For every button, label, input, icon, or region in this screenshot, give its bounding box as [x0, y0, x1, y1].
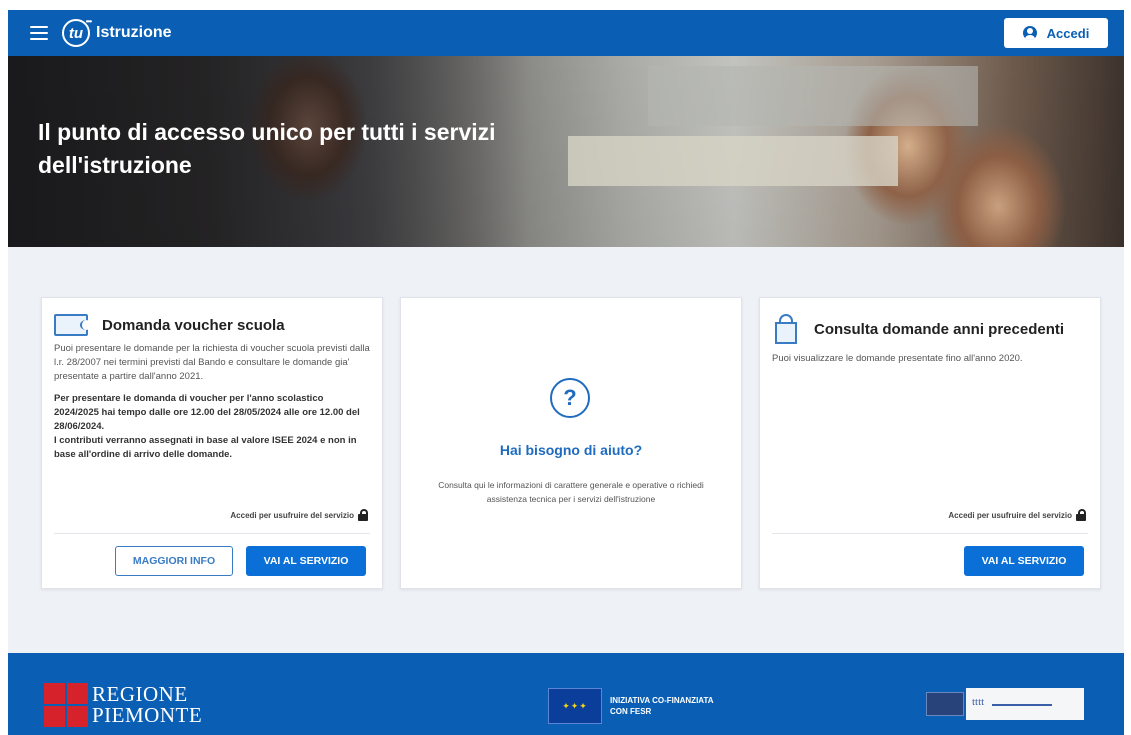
previous-text: Puoi visualizzare le domande presentate …: [772, 353, 1023, 364]
eu-text: INIZIATIVA CO-FINANZIATA CON FESR: [610, 695, 714, 717]
footer: REGIONE PIEMONTE ✦✦✦ INIZIATIVA CO-FINAN…: [8, 653, 1124, 735]
top-bar: tu ••• Istruzione Accedi: [8, 10, 1124, 56]
regione-line2: PIEMONTE: [92, 703, 203, 727]
previous-card-title: Consulta domande anni precedenti: [814, 321, 1065, 338]
hamburger-icon[interactable]: [30, 26, 48, 40]
more-info-button[interactable]: MAGGIORI INFO: [115, 546, 233, 576]
hero-photo-desk: [568, 136, 898, 186]
voucher-go-button[interactable]: VAI AL SERVIZIO: [246, 546, 366, 576]
previous-go-button[interactable]: VAI AL SERVIZIO: [964, 546, 1084, 576]
divider: [54, 533, 370, 534]
hero-banner: Il punto di accesso unico per tutti i se…: [8, 56, 1124, 247]
voucher-card-header: Domanda voucher scuola: [42, 298, 382, 336]
help-card[interactable]: ? Hai bisogno di aiuto? Consulta qui le …: [400, 297, 742, 589]
regione-flag-icon: [44, 683, 88, 727]
logo-text: Istruzione: [96, 24, 172, 41]
regione-line1: REGIONE: [92, 682, 188, 706]
user-icon: [1022, 26, 1037, 40]
logo-mark-text: tu: [68, 24, 84, 42]
help-title[interactable]: Hai bisogno di aiuto?: [401, 442, 741, 458]
logo-mark: tu •••: [62, 17, 92, 47]
voucher-criteria: I contributi verranno assegnati in base …: [54, 435, 357, 460]
login-button[interactable]: Accedi: [1004, 18, 1108, 48]
building-icon: [772, 314, 800, 346]
hero-photo-background: [648, 66, 978, 126]
eu-flag-icon: ✦✦✦: [548, 688, 602, 724]
login-label: Accedi: [1046, 25, 1090, 41]
voucher-deadline: Per presentare le domanda di voucher per…: [54, 393, 360, 432]
voucher-intro: Puoi presentare le domande per la richie…: [54, 343, 370, 382]
partner-logo-a: [926, 692, 964, 716]
partner-logo-b: tttt: [966, 688, 1084, 720]
eu-fesr-logo: ✦✦✦ INIZIATIVA CO-FINANZIATA CON FESR: [548, 688, 714, 724]
eu-line1: INIZIATIVA CO-FINANZIATA: [610, 696, 714, 705]
voucher-card-description: Puoi presentare le domande per la richie…: [42, 336, 382, 462]
voucher-access-note: Accedi per usufruire del servizio: [230, 509, 382, 521]
voucher-access-note-text: Accedi per usufruire del servizio: [230, 510, 354, 520]
partner-logo[interactable]: tttt: [926, 688, 1084, 720]
regione-piemonte-logo[interactable]: REGIONE PIEMONTE: [44, 683, 202, 727]
voucher-card: Domanda voucher scuola Puoi presentare l…: [41, 297, 383, 589]
previous-card-header: Consulta domande anni precedenti: [760, 298, 1100, 346]
ticket-icon: [54, 314, 92, 336]
app-logo[interactable]: tu ••• Istruzione: [62, 17, 172, 47]
question-icon: ?: [550, 378, 590, 418]
lock-icon: [1076, 509, 1086, 521]
regione-text: REGIONE PIEMONTE: [92, 684, 202, 726]
logo-dots-icon: •••: [85, 17, 92, 26]
previous-applications-card: Consulta domande anni precedenti Puoi vi…: [759, 297, 1101, 589]
help-description: Consulta qui le informazioni di caratter…: [438, 480, 704, 504]
services-section: Domanda voucher scuola Puoi presentare l…: [8, 247, 1124, 653]
partner-logo-text: tttt: [972, 696, 985, 708]
lock-icon: [358, 509, 368, 521]
voucher-card-title: Domanda voucher scuola: [102, 316, 285, 334]
previous-access-note-text: Accedi per usufruire del servizio: [948, 510, 1072, 520]
eu-line2: CON FESR: [610, 707, 652, 716]
previous-access-note: Accedi per usufruire del servizio: [948, 509, 1100, 521]
divider: [772, 533, 1088, 534]
hero-title: Il punto di accesso unico per tutti i se…: [38, 119, 496, 178]
previous-card-description: Puoi visualizzare le domande presentate …: [760, 346, 1100, 366]
